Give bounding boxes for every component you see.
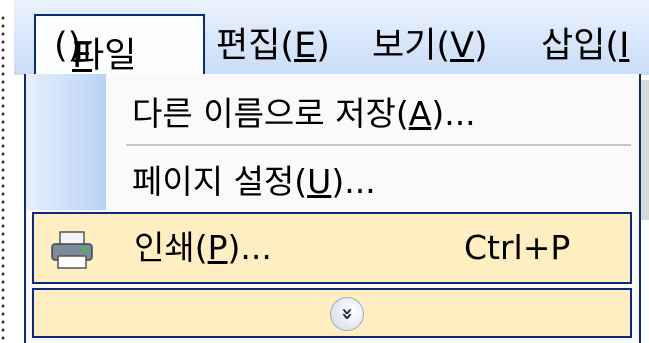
print-label: 인쇄 — [134, 228, 195, 267]
print-key: P — [207, 228, 228, 267]
print-ellipsis: ... — [240, 228, 272, 267]
menu-edit-key: E — [294, 26, 317, 66]
menu-item-page-setup[interactable]: 페이지 설정(U)... — [132, 162, 376, 202]
menu-view-label: 보기 — [372, 26, 437, 66]
expand-menu-row[interactable]: » — [32, 288, 632, 338]
menu-file-key: F — [72, 36, 93, 76]
menu-item-print[interactable]: 인쇄(P)... Ctrl+P — [32, 212, 632, 284]
menu-item-save-as[interactable]: 다른 이름으로 저장(A)... — [132, 94, 476, 134]
printer-icon — [51, 231, 93, 269]
menu-file[interactable]: 파일(F) — [34, 14, 205, 76]
menu-edit[interactable]: 편집(E) — [216, 26, 330, 66]
page-setup-label: 페이지 설정 — [132, 162, 295, 201]
menu-edit-label: 편집 — [216, 26, 281, 66]
menu-insert-key: I — [619, 26, 630, 66]
save-as-key: A — [408, 94, 432, 133]
double-chevron-down-icon[interactable]: » — [330, 297, 364, 331]
menu-view-key: V — [450, 26, 475, 66]
menu-bar: 파일(F) 편집(E) 보기(V) 삽입(I — [14, 0, 649, 76]
dropdown-shadow — [641, 80, 649, 220]
file-dropdown-menu: 다른 이름으로 저장(A)... 페이지 설정(U)... 인쇄(P)... C… — [24, 74, 641, 343]
menu-icon-gutter — [26, 74, 106, 210]
toolbar-grip[interactable] — [0, 14, 6, 343]
menu-view[interactable]: 보기(V) — [372, 26, 488, 66]
save-as-label: 다른 이름으로 저장 — [132, 94, 396, 133]
page-setup-ellipsis: ... — [344, 162, 376, 201]
menu-separator — [126, 144, 631, 146]
menu-insert-label: 삽입 — [541, 26, 606, 66]
print-shortcut: Ctrl+P — [464, 228, 571, 267]
page-setup-key: U — [307, 162, 332, 201]
save-as-ellipsis: ... — [444, 94, 476, 133]
menu-insert[interactable]: 삽입(I — [541, 26, 629, 66]
